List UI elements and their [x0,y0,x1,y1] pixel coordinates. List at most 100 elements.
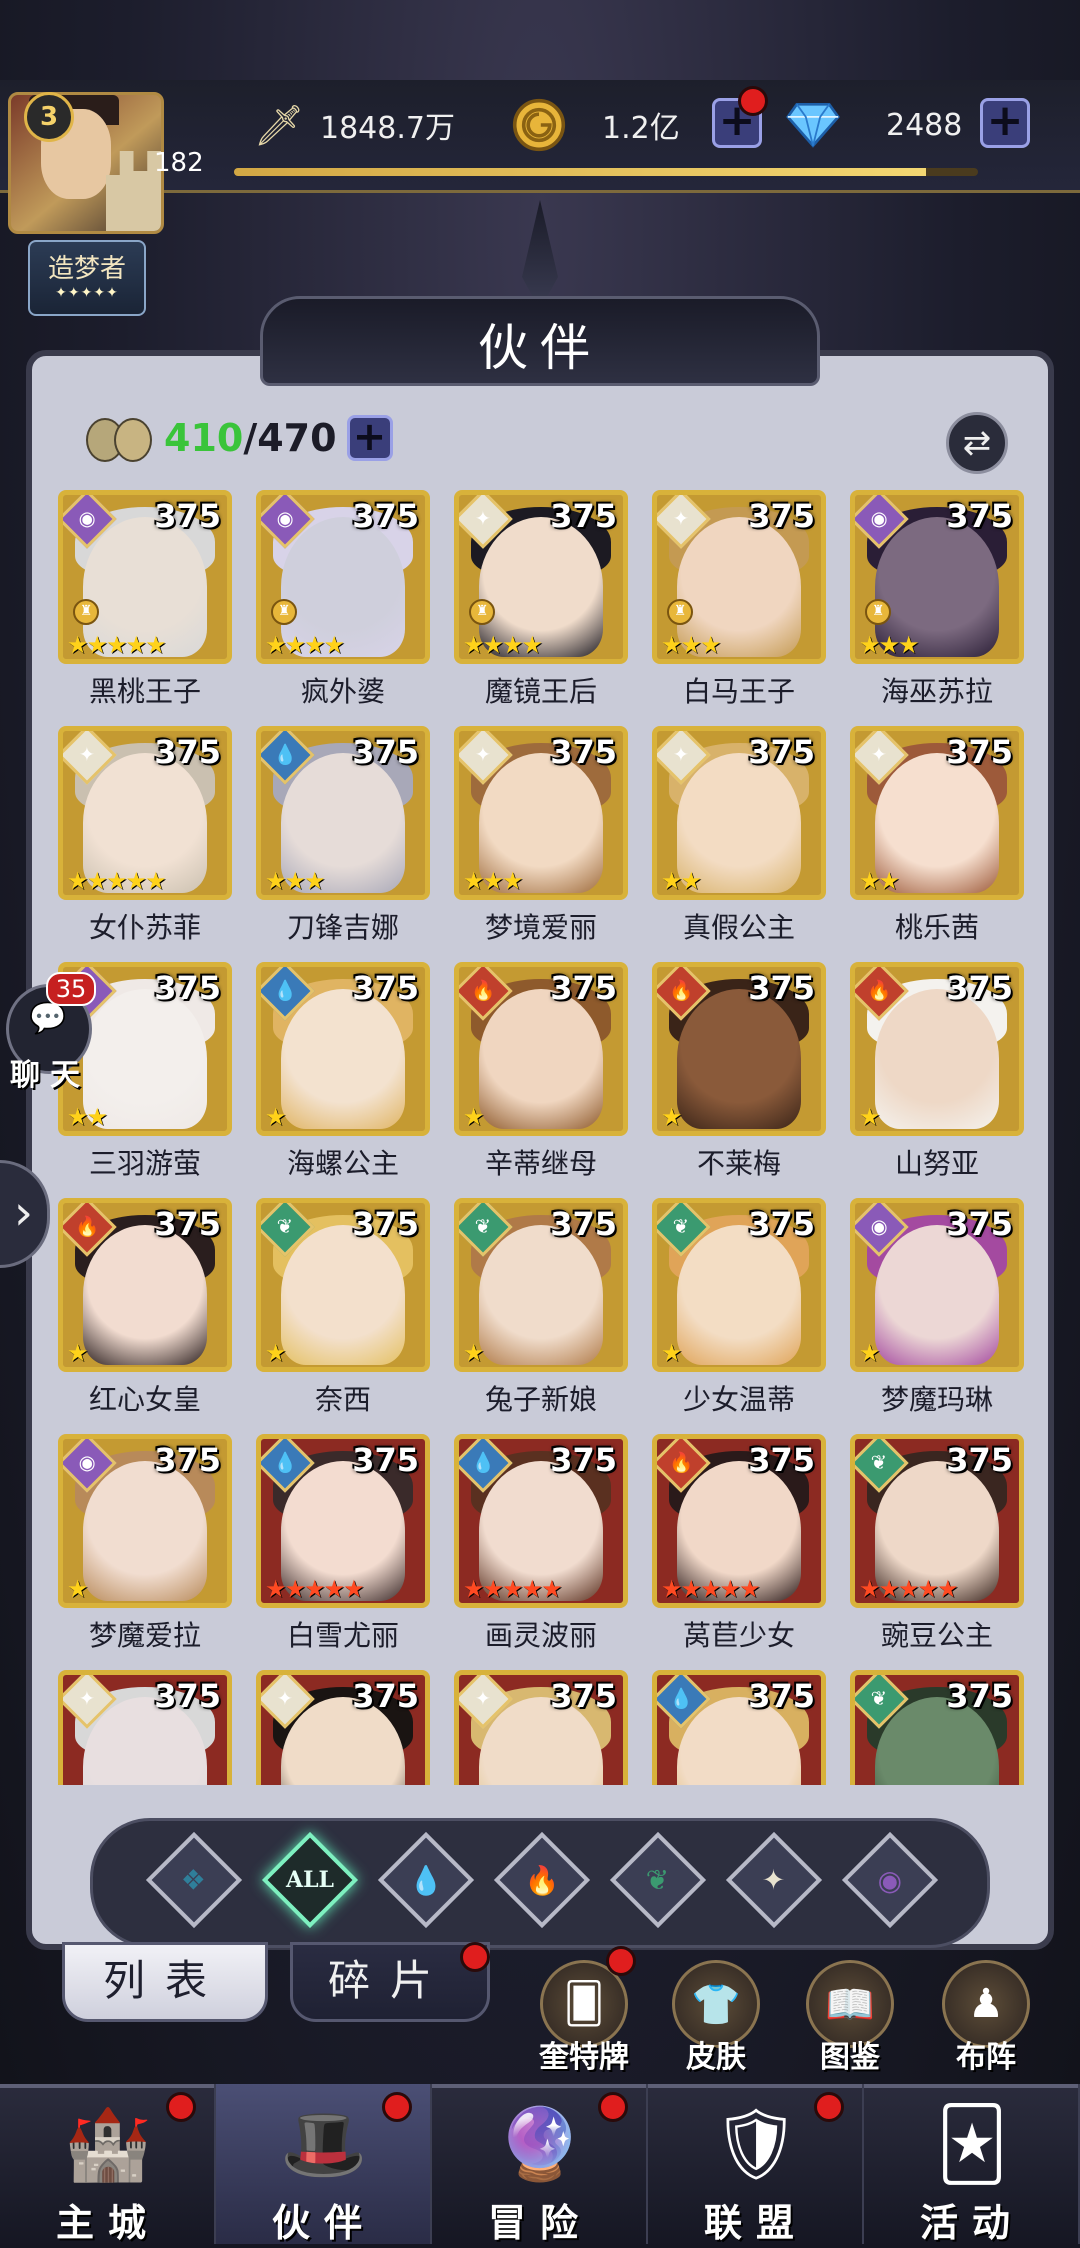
filter-wind[interactable]: ❦ [609,1831,707,1929]
partner-card[interactable]: 🔥 375 ★ 不莱梅 [652,962,826,1182]
partner-card[interactable]: 🔥 375 ★ 红心女皇 [58,1198,232,1418]
partner-card[interactable]: ◉ 375 ♜ ★★★★ 疯外婆 [256,490,430,710]
partner-level: 375 [154,1677,221,1715]
partner-card[interactable]: ✦ 375 ★★★ 梦境爱丽 [454,726,628,946]
flame-icon: 🔥 [493,1831,591,1929]
partner-portrait [479,989,603,1129]
partner-stars: ★ [661,1103,682,1131]
partner-level: 375 [352,1441,419,1479]
partner-count: 410/470 [164,416,337,460]
partner-card[interactable]: 💧 375 ★ 海螺公主 [256,962,430,1182]
partner-card[interactable]: ✦ 375 [58,1670,232,1785]
filter-fire[interactable]: 🔥 [493,1831,591,1929]
notification-dot [814,2092,844,2122]
tab-list[interactable]: 列表 [62,1942,268,2022]
partner-card[interactable]: 💧 375 ★★★★★ 白雪尤丽 [256,1434,430,1654]
partner-level: 375 [154,733,221,771]
partner-level: 375 [748,497,815,535]
player-vip-level: 182 [154,148,204,178]
nav-shield[interactable]: 🛡 联盟 [648,2084,864,2245]
partner-portrait-frame: ❦ 375 ★★★★★ [850,1434,1024,1608]
filter-all[interactable]: ALL [261,1831,359,1929]
partner-card[interactable]: 🔥 375 ★★★★★ 莴苣少女 [652,1434,826,1654]
partner-card[interactable]: 💧 375 [652,1670,826,1785]
quick-formation-button[interactable]: ♟ 布阵 [936,1960,1036,2076]
partner-card[interactable]: ❦ 375 ★ 奈西 [256,1198,430,1418]
partner-portrait-frame: ◉ 375 ★ [850,1198,1024,1372]
partner-count-max: /470 [243,416,337,460]
partner-card[interactable]: 🔥 375 ★ 山努亚 [850,962,1024,1182]
expand-capacity-button[interactable]: + [346,415,393,461]
nav-castle[interactable]: 🏰 主城 [0,2084,216,2245]
partner-portrait [83,1225,207,1365]
partner-count-row: 410/470 + [84,408,393,468]
partner-level: 375 [154,1205,221,1243]
partner-portrait-frame: ◉ 375 ♜ ★★★★ [256,490,430,664]
partner-card[interactable]: ❦ 375 [850,1670,1024,1785]
filter-shadow[interactable]: ◉ [841,1831,939,1929]
crown-icon: ♜ [469,599,495,625]
partner-stars: ★★★★★ [265,1575,365,1603]
partner-level: 375 [946,497,1013,535]
partner-level: 375 [154,497,221,535]
quick-book-button[interactable]: 📖 图鉴 [800,1960,900,2076]
partner-stars: ★★★★★ [463,1575,563,1603]
partner-card[interactable]: ❦ 375 ★ 少女温蒂 [652,1198,826,1418]
gold-coin-icon [512,98,566,152]
quick-skin-button[interactable]: 👕 皮肤 [666,1960,766,2076]
partner-portrait-frame: 🔥 375 ★ [454,962,628,1136]
nav-witch-hat[interactable]: 🎩 伙伴 [216,2084,432,2245]
filter-water[interactable]: 💧 [377,1831,475,1929]
partner-card[interactable]: 🔥 375 ★ 辛蒂继母 [454,962,628,1182]
partner-level: 375 [550,969,617,1007]
power-value: 1848.7万 [320,111,455,146]
notification-dot [382,2092,412,2122]
partner-stars: ★★★ [661,631,722,659]
player-exp-fill [234,168,926,176]
sort-swap-button[interactable]: ⇄ [946,412,1008,474]
partner-portrait-frame: ✦ 375 ★★ [850,726,1024,900]
partner-stars: ★★★★ [265,631,345,659]
partner-card[interactable]: ✦ 375 ★★★★★ 女仆苏菲 [58,726,232,946]
player-exp-bar [234,168,978,176]
partner-level: 375 [550,1677,617,1715]
partner-name: 女仆苏菲 [88,911,201,944]
partner-card[interactable]: ❦ 375 ★★★★★ 豌豆公主 [850,1434,1024,1654]
partner-card[interactable]: ✦ 375 ♜ ★★★ 白马王子 [652,490,826,710]
partner-portrait-frame: ❦ 375 [850,1670,1024,1785]
partner-card[interactable]: ✦ 375 ★★ 真假公主 [652,726,826,946]
partner-level: 375 [352,1677,419,1715]
partner-card[interactable]: ✦ 375 [454,1670,628,1785]
nav-label: 伙伴 [271,2200,376,2245]
partner-portrait-frame: ❦ 375 ★ [652,1198,826,1372]
title-stars: ✦✦✦✦✦ [55,285,119,301]
partner-card[interactable]: ◉ 375 ♜ ★★★★★ 黑桃王子 [58,490,232,710]
partner-card[interactable]: 💧 375 ★★★★★ 画灵波丽 [454,1434,628,1654]
add-gems-button[interactable]: + [980,98,1030,148]
nav-cards[interactable]: 🃏 活动 [864,2084,1080,2245]
partner-portrait [677,989,801,1129]
partner-card[interactable]: ◉ 375 ★ 梦魔玛琳 [850,1198,1024,1418]
partner-card[interactable]: ❦ 375 ★ 兔子新娘 [454,1198,628,1418]
filter-light[interactable]: ✦ [725,1831,823,1929]
eye-icon: ◉ [841,1831,939,1929]
partner-card[interactable]: ◉ 375 ♜ ★★★ 海巫苏拉 [850,490,1024,710]
filter-wind-dark[interactable]: ❖ [145,1831,243,1929]
partner-card[interactable]: ◉ 375 ★ 梦魔爱拉 [58,1434,232,1654]
partner-portrait-frame: ✦ 375 [256,1670,430,1785]
partner-grid: ◉ 375 ♜ ★★★★★ 黑桃王子 ◉ 375 ♜ ★★★★ 疯外婆 ✦ 375 ♜ ★★★★ 魔镜王后 ✦… [50,490,1030,1785]
witch-hat-icon: 🎩 [280,2102,368,2185]
crown-icon: ♜ [667,599,693,625]
nav-compass-orb[interactable]: 🔮 冒险 [432,2084,648,2245]
partner-level: 375 [748,1677,815,1715]
partner-card[interactable]: ✦ 375 ★★ 桃乐茜 [850,726,1024,946]
partner-card[interactable]: ✦ 375 [256,1670,430,1785]
quick-card-pack-button[interactable]: 🂠 奎特牌 [534,1946,636,2076]
player-title-badge[interactable]: 造梦者 ✦✦✦✦✦ [28,240,146,316]
partner-portrait-frame: ✦ 375 [58,1670,232,1785]
partner-card[interactable]: 💧 375 ★★★ 刀锋吉娜 [256,726,430,946]
partner-card[interactable]: ✦ 375 ♜ ★★★★ 魔镜王后 [454,490,628,710]
partner-name: 黑桃王子 [88,675,201,708]
partner-level: 375 [946,1205,1013,1243]
partner-portrait-frame: 💧 375 ★ [256,962,430,1136]
